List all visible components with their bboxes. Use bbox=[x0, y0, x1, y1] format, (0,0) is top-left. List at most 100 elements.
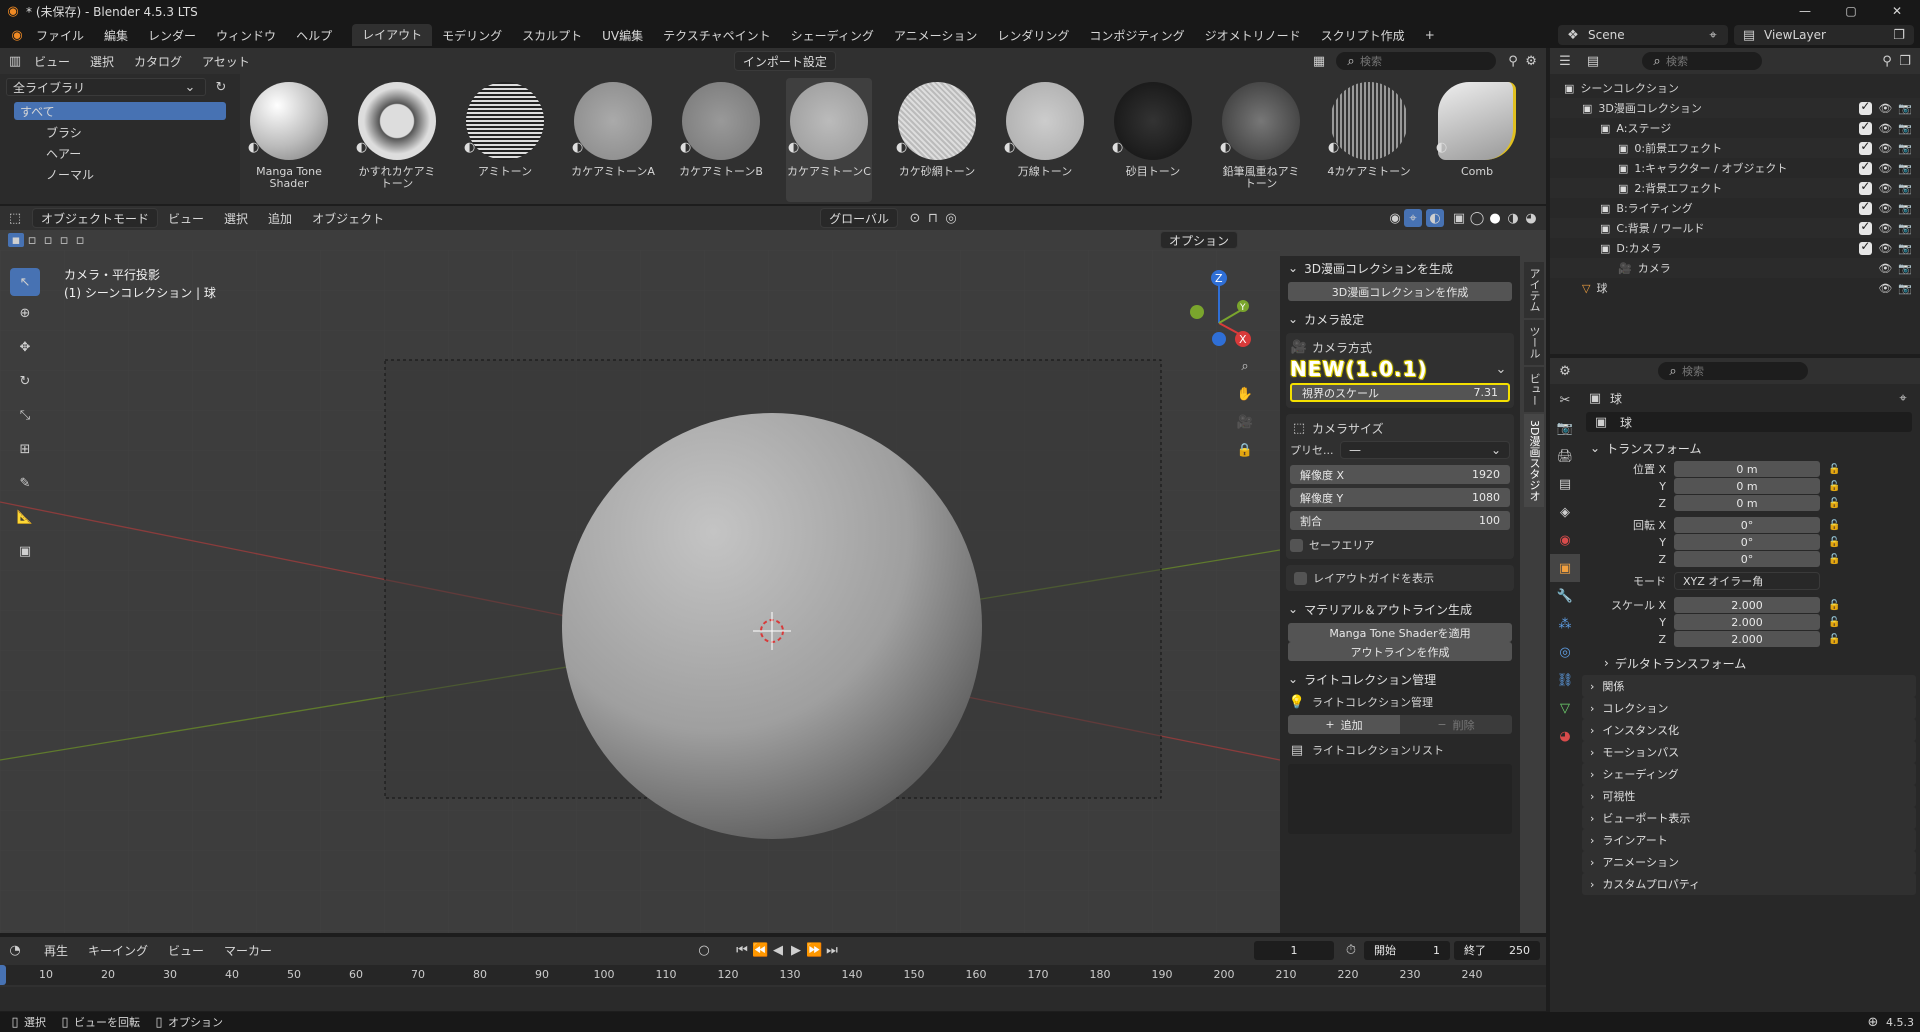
rendered-shading-icon[interactable]: ◕ bbox=[1522, 209, 1540, 227]
scene-tab-icon[interactable]: ◈ bbox=[1550, 498, 1580, 526]
view-scale-field[interactable]: 視界のスケール 7.31 bbox=[1290, 383, 1510, 402]
snap-icon[interactable]: ⊓ bbox=[924, 209, 942, 227]
tl-menu-marker[interactable]: マーカー bbox=[214, 942, 282, 959]
editor-type-icon[interactable]: ⬚ bbox=[6, 209, 24, 227]
scale-field[interactable]: 2.000 bbox=[1674, 631, 1820, 647]
play-icon[interactable]: ▶ bbox=[787, 941, 805, 959]
outliner-search[interactable]: ⌕ bbox=[1642, 52, 1762, 70]
viewport[interactable]: ⬚ オブジェクトモード ビュー 選択 追加 オブジェクト グローバル ⊙ ⊓ ◎… bbox=[0, 206, 1546, 933]
tab-manga-studio[interactable]: 3D漫画スタジオ bbox=[1524, 414, 1544, 508]
pin-icon[interactable]: ⌖ bbox=[1704, 26, 1722, 44]
menu-file[interactable]: ファイル bbox=[26, 27, 94, 44]
overlay-icon[interactable]: ◐ bbox=[1426, 209, 1444, 227]
asset-search-input[interactable] bbox=[1360, 54, 1481, 68]
outliner-item[interactable]: ▣ 0:前景エフェクト 👁 📷 bbox=[1550, 138, 1920, 158]
loc-field[interactable]: 0 m bbox=[1674, 495, 1820, 511]
lock-icon[interactable]: 🔓 bbox=[1828, 554, 1840, 565]
property-section-header[interactable]: › 関係 bbox=[1582, 675, 1916, 697]
asset-item[interactable]: ◐ 砂目トーン bbox=[1110, 78, 1196, 202]
catalog-normal[interactable]: ノーマル bbox=[46, 166, 240, 183]
transform-panel-header[interactable]: ⌄ トランスフォーム bbox=[1582, 436, 1916, 460]
proportional-icon[interactable]: ◎ bbox=[942, 209, 960, 227]
lock-icon[interactable]: 🔓 bbox=[1828, 520, 1840, 531]
catalog-hair[interactable]: ヘアー bbox=[46, 145, 240, 162]
blender-menu-icon[interactable]: ◉ bbox=[8, 26, 26, 44]
select-intersect-icon[interactable]: ▫ bbox=[72, 233, 88, 248]
exclude-checkbox[interactable] bbox=[1859, 239, 1873, 255]
section-material[interactable]: ⌄ マテリアル＆アウトライン生成 bbox=[1280, 597, 1520, 621]
preset-dropdown[interactable]: — ⌄ bbox=[1340, 441, 1510, 459]
render-camera-icon[interactable]: 📷 bbox=[1898, 242, 1912, 255]
gizmo-icon[interactable]: ⌖ bbox=[1404, 209, 1422, 227]
outliner-item[interactable]: ▣ D:カメラ 👁 📷 bbox=[1550, 238, 1920, 258]
layout-guide-check[interactable] bbox=[1294, 571, 1307, 585]
asset-menu-asset[interactable]: アセット bbox=[192, 53, 260, 70]
vp-menu-select[interactable]: 選択 bbox=[214, 210, 258, 227]
asset-item[interactable]: ◐ 万線トーン bbox=[1002, 78, 1088, 202]
catalog-all[interactable]: すべて bbox=[14, 102, 226, 120]
create-manga-collection-button[interactable]: 3D漫画コレクションを作成 bbox=[1288, 282, 1512, 301]
view-layer-tab-icon[interactable]: ▤ bbox=[1550, 470, 1580, 498]
properties-search-input[interactable] bbox=[1682, 364, 1782, 378]
rot-field[interactable]: 0° bbox=[1674, 534, 1820, 550]
lock-icon[interactable]: 🔓 bbox=[1828, 498, 1840, 509]
vp-menu-add[interactable]: 追加 bbox=[258, 210, 302, 227]
render-camera-icon[interactable]: 📷 bbox=[1898, 162, 1912, 175]
outliner-item[interactable]: ▣ B:ライティング 👁 📷 bbox=[1550, 198, 1920, 218]
tl-menu-view[interactable]: ビュー bbox=[158, 942, 214, 959]
new-collection-icon[interactable]: ❐ bbox=[1896, 52, 1914, 70]
apply-shader-button[interactable]: Manga Tone Shaderを適用 bbox=[1288, 623, 1512, 642]
render-camera-icon[interactable]: 📷 bbox=[1898, 222, 1912, 235]
tool-tab-icon[interactable]: ✂ bbox=[1550, 386, 1580, 414]
tab-scripting[interactable]: スクリプト作成 bbox=[1311, 27, 1415, 44]
eye-icon[interactable]: 👁 bbox=[1878, 222, 1892, 235]
outliner-item[interactable]: ▣ シーンコレクション bbox=[1550, 78, 1920, 98]
render-tab-icon[interactable]: 📷 bbox=[1550, 414, 1580, 442]
lock-icon[interactable]: 🔓 bbox=[1828, 537, 1840, 548]
eye-icon[interactable]: 👁 bbox=[1878, 122, 1892, 135]
asset-item[interactable]: ◐ カケアミトーンA bbox=[570, 78, 656, 202]
menu-help[interactable]: ヘルプ bbox=[286, 27, 342, 44]
outliner-item[interactable]: ▣ 2:背景エフェクト 👁 📷 bbox=[1550, 178, 1920, 198]
clock-icon[interactable]: ◔ bbox=[6, 941, 24, 959]
add-light-button[interactable]: + 追加 bbox=[1288, 715, 1400, 734]
eye-icon[interactable]: 👁 bbox=[1878, 102, 1892, 115]
asset-item[interactable]: ◐ Comb bbox=[1434, 78, 1520, 202]
render-camera-icon[interactable]: 📷 bbox=[1898, 142, 1912, 155]
select-subtract-icon[interactable]: ▫ bbox=[40, 233, 56, 248]
loc-field[interactable]: 0 m bbox=[1674, 461, 1820, 477]
exclude-checkbox[interactable] bbox=[1859, 179, 1873, 195]
transform-tool-icon[interactable]: ⊞ bbox=[10, 432, 40, 466]
jump-end-icon[interactable]: ⏭ bbox=[823, 941, 841, 959]
exclude-checkbox[interactable] bbox=[1859, 99, 1873, 115]
visibility-icon[interactable]: ◉ bbox=[1386, 209, 1404, 227]
menu-edit[interactable]: 編集 bbox=[94, 27, 138, 44]
property-section-header[interactable]: › アニメーション bbox=[1582, 851, 1916, 873]
timeline-ruler[interactable]: 10 20 30 40 50 60 70 80 90 100 110 120 130 140 150 160 1… bbox=[0, 965, 1546, 985]
viewport-options-dropdown[interactable]: オプション bbox=[1159, 231, 1238, 249]
render-camera-icon[interactable]: 📷 bbox=[1898, 262, 1912, 275]
refresh-icon[interactable]: ↻ bbox=[212, 78, 230, 96]
vp-menu-view[interactable]: ビュー bbox=[158, 210, 214, 227]
physics-tab-icon[interactable]: ◎ bbox=[1550, 638, 1580, 666]
select-new-icon[interactable]: ▪ bbox=[8, 233, 24, 248]
asset-item[interactable]: ◐ 4カケアミトーン bbox=[1326, 78, 1412, 202]
scale-field[interactable]: 2.000 bbox=[1674, 614, 1820, 630]
property-section-header[interactable]: › コレクション bbox=[1582, 697, 1916, 719]
filter-icon[interactable]: ⚲ bbox=[1878, 52, 1896, 70]
exclude-checkbox[interactable] bbox=[1859, 199, 1873, 215]
render-camera-icon[interactable]: 📷 bbox=[1898, 122, 1912, 135]
asset-menu-view[interactable]: ビュー bbox=[24, 53, 80, 70]
select-invert-icon[interactable]: ▫ bbox=[56, 233, 72, 248]
measure-tool-icon[interactable]: 📐 bbox=[10, 500, 40, 534]
solid-shading-icon[interactable]: ● bbox=[1486, 209, 1504, 227]
resolution-y-field[interactable]: 解像度 Y 1080 bbox=[1290, 488, 1510, 507]
pan-hand-icon[interactable]: ✋ bbox=[1236, 380, 1254, 408]
outliner-item[interactable]: ▽ 球 👁 📷 bbox=[1550, 278, 1920, 298]
pin-icon[interactable]: ⌖ bbox=[1894, 389, 1912, 407]
pivot-icon[interactable]: ⊙ bbox=[906, 209, 924, 227]
outliner-item[interactable]: ▣ C:背景 / ワールド 👁 📷 bbox=[1550, 218, 1920, 238]
annotate-tool-icon[interactable]: ✎ bbox=[10, 466, 40, 500]
light-collection-list[interactable] bbox=[1288, 764, 1512, 834]
eye-icon[interactable]: 👁 bbox=[1878, 162, 1892, 175]
